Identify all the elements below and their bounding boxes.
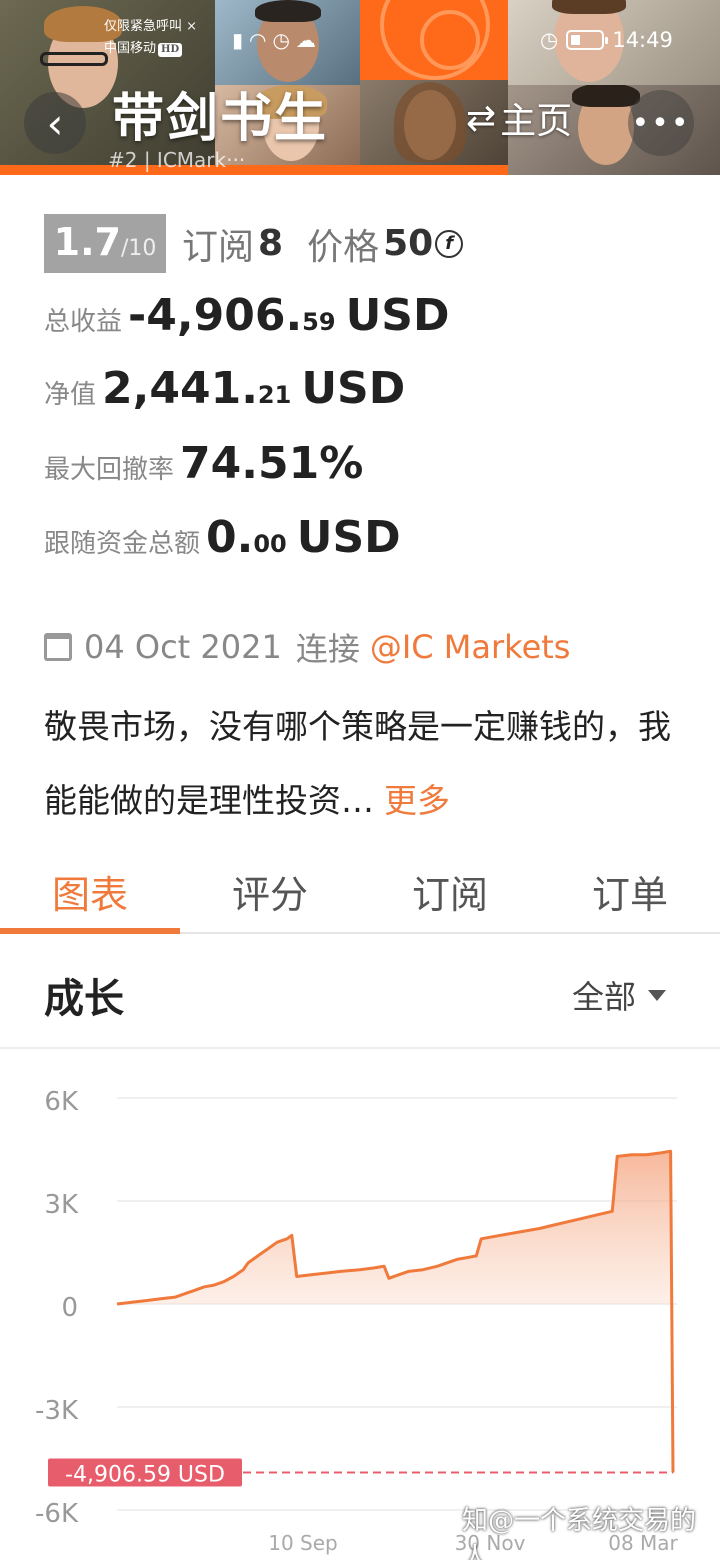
hd-badge: HD: [158, 43, 183, 57]
rating-max: /10: [120, 236, 157, 261]
alarm-icon: ◷: [540, 28, 559, 52]
x-tick-label: 10 Sep: [268, 1531, 338, 1555]
wifi-icon: ◠: [249, 28, 273, 52]
header-banner: 仅限紧急呼叫 × 中国移动 HD ▮◠◷☁ ◷ 14:49 ‹ 带剑书生 #2 |…: [0, 0, 720, 175]
equity-value: 2,441.21: [102, 363, 292, 414]
home-switch-button[interactable]: ⇄ 主页: [466, 92, 572, 144]
decorative-ring: [420, 10, 480, 70]
rating-score: 1.7: [53, 220, 121, 264]
range-label: 全部: [572, 978, 637, 1016]
ellipsis-icon: •••: [631, 105, 691, 141]
follow-total-value: 0.00: [206, 512, 287, 563]
y-tick-label: 0: [61, 1293, 78, 1323]
total-profit-unit: USD: [345, 290, 450, 341]
coin-icon: f: [435, 229, 464, 258]
total-profit-label: 总收益: [44, 307, 123, 337]
broker-link[interactable]: @IC Markets: [370, 628, 571, 666]
follow-total-unit: USD: [296, 512, 401, 563]
growth-title: 成长: [44, 975, 124, 1022]
rating-row: 1.7 /10 订阅 8 价格 50 f: [44, 214, 464, 273]
tab-chart[interactable]: 图表: [0, 850, 180, 934]
y-tick-label: 6K: [44, 1087, 79, 1117]
weather-icon: ☁: [295, 28, 322, 52]
home-label: 主页: [500, 101, 573, 142]
y-tick-label: -6K: [35, 1499, 79, 1529]
battery-icon: [566, 30, 609, 50]
subscribe-label: 订阅: [182, 226, 255, 268]
connection-label: 连接: [295, 630, 360, 668]
growth-area: [117, 1151, 671, 1304]
carrier-name: 中国移动: [104, 41, 157, 56]
strategy-description: 敬畏市场，没有哪个策略是一定赚钱的，我能能做的是理性投资… 更多: [44, 690, 684, 838]
max-drawdown-label: 最大回撤率: [44, 455, 175, 485]
header-subtitle: #2 | ICMark···: [108, 148, 246, 172]
tab-subscribe[interactable]: 订阅: [360, 850, 540, 932]
tab-rating[interactable]: 评分: [180, 850, 360, 932]
emergency-text: 仅限紧急呼叫: [104, 19, 183, 34]
swap-icon: ⇄: [466, 97, 497, 139]
back-button[interactable]: ‹: [24, 92, 86, 154]
follow-total-row: 跟随资金总额 0.00 USD: [44, 512, 401, 563]
watermark: 知@一个系统交易的人: [462, 1506, 697, 1560]
max-drawdown-value: 74.51%: [180, 438, 364, 489]
tab-bar: 图表 评分 订阅 订单: [0, 850, 720, 934]
total-profit-row: 总收益 -4,906.59 USD: [44, 290, 450, 341]
subscribe-count: 8: [258, 223, 284, 264]
signal-icon: ▮: [232, 28, 250, 52]
growth-line: [116, 1149, 675, 1473]
calendar-icon: [44, 633, 72, 661]
divider: [0, 1047, 720, 1049]
status-bar-left: 仅限紧急呼叫 × 中国移动 HD: [104, 19, 198, 57]
caret-down-icon: [648, 989, 667, 1001]
equity-label: 净值: [44, 380, 97, 410]
tab-orders[interactable]: 订单: [540, 850, 720, 932]
total-profit-value: -4,906.59: [128, 290, 336, 341]
range-dropdown[interactable]: 全部: [572, 972, 667, 1018]
rating-badge: 1.7 /10: [44, 214, 166, 273]
clock-time: 14:49: [612, 28, 673, 52]
alarm-icon: ◷: [272, 28, 296, 52]
growth-chart[interactable]: 6K3K0-3K-6K10 Sep 30 Nov 08 Mar-4,906.59 U…: [0, 1060, 720, 1560]
price-value: 50: [383, 223, 434, 264]
more-link[interactable]: 更多: [384, 781, 450, 820]
y-tick-label: 3K: [44, 1190, 79, 1220]
description-text: 敬畏市场，没有哪个策略是一定赚钱的，我能能做的是理性投资…: [44, 707, 671, 820]
equity-row: 净值 2,441.21 USD: [44, 363, 405, 414]
current-value-text: -4,906.59 USD: [65, 1462, 225, 1487]
follow-total-label: 跟随资金总额: [44, 529, 201, 559]
connection-row: 04 Oct 2021 连接 @IC Markets: [44, 624, 570, 670]
max-drawdown-row: 最大回撤率 74.51%: [44, 438, 363, 489]
more-button[interactable]: •••: [628, 90, 694, 156]
equity-unit: USD: [301, 363, 406, 414]
price-label: 价格: [307, 226, 380, 268]
chevron-left-icon: ‹: [46, 98, 64, 148]
page-title: 带剑书生: [112, 88, 329, 149]
status-bar-right: ◷ 14:49: [540, 28, 673, 52]
connection-date: 04 Oct 2021: [84, 628, 282, 666]
status-icons: ▮◠◷☁: [232, 28, 322, 52]
y-tick-label: -3K: [35, 1396, 79, 1426]
